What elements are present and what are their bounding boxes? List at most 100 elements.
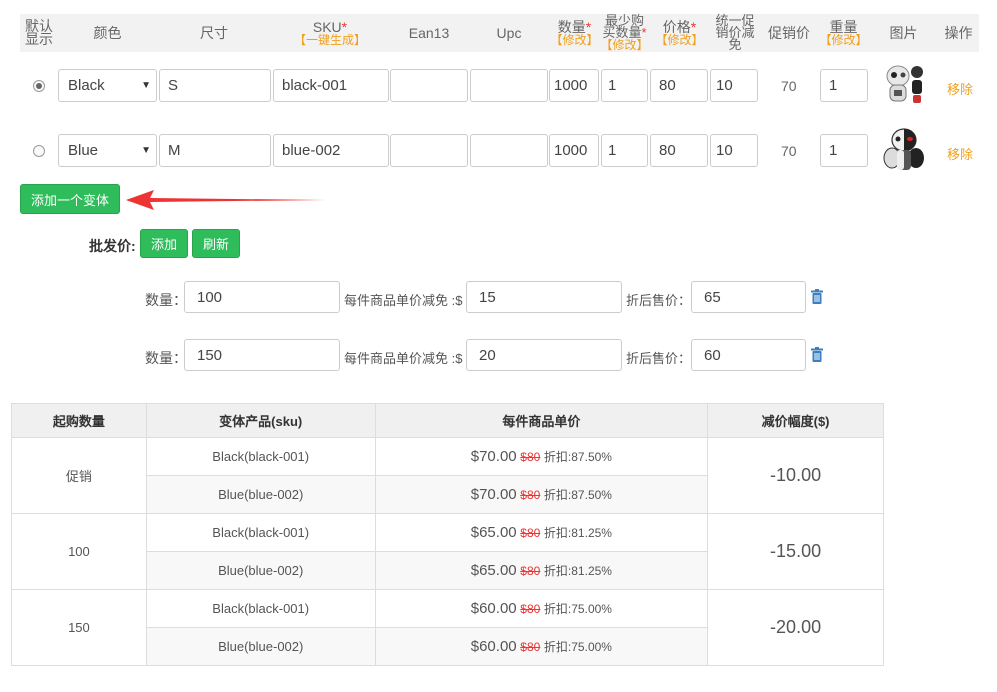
table-header-row: 起购数量 变体产品(sku) 每件商品单价 减价幅度($) xyxy=(11,403,884,438)
price-discount: 折扣:87.50% xyxy=(543,450,612,464)
minbuy-input[interactable] xyxy=(601,69,648,102)
price-discount: 折扣:81.25% xyxy=(543,564,612,578)
price-now: $65.00 xyxy=(470,562,517,579)
price-discount: 折扣:87.50% xyxy=(543,488,612,502)
sku-input[interactable] xyxy=(273,69,389,102)
discount-input[interactable] xyxy=(710,69,758,102)
trash-icon[interactable] xyxy=(811,289,823,304)
header-minbuy: 最少购 买数量* 【修改】 xyxy=(600,14,649,52)
variant-table-header: 默认 显示 颜色 尺寸 SKU* 【一键生成】 Ean13 Upc 数量* 【修… xyxy=(20,14,979,52)
caret-down-icon: ▼ xyxy=(141,80,151,91)
sku-input[interactable] xyxy=(273,134,389,167)
color-select[interactable]: Blue ▼ xyxy=(58,134,157,167)
price-old: $80 xyxy=(520,526,541,540)
qty-modify-link[interactable]: 【修改】 xyxy=(550,34,598,46)
color-select[interactable]: Black ▼ xyxy=(58,69,157,102)
header-promo-price: 促销价 xyxy=(768,24,810,41)
tier-unit-off-input[interactable] xyxy=(466,281,622,313)
reduction-cell: -10.00 xyxy=(707,437,884,514)
group-label: 150 xyxy=(11,589,147,666)
header-image: 图片 xyxy=(889,24,918,41)
price-old: $80 xyxy=(520,640,541,654)
price-modify-link[interactable]: 【修改】 xyxy=(655,34,703,46)
promo-price-value: 70 xyxy=(781,143,797,159)
price-now: $70.00 xyxy=(470,448,517,465)
table-row: 促销 Black(black-001) $70.00 $80 折扣:87.50%… xyxy=(11,437,884,514)
variant-sku-cell: Black(black-001) xyxy=(145,513,376,552)
discount-input[interactable] xyxy=(710,134,758,167)
price-now: $60.00 xyxy=(470,600,517,617)
th-variant-sku: 变体产品(sku) xyxy=(145,403,376,438)
default-radio[interactable] xyxy=(33,145,45,157)
tier-after-input[interactable] xyxy=(691,339,806,371)
price-input[interactable] xyxy=(650,69,708,102)
header-price: 价格* 【修改】 xyxy=(649,14,710,52)
variant-sku-cell: Black(black-001) xyxy=(145,437,376,476)
tier-after-label: 折后售价： xyxy=(626,351,692,366)
variant-image-thumb[interactable] xyxy=(882,62,928,108)
add-variant-button[interactable]: 添加一个变体 xyxy=(20,184,120,214)
size-input[interactable] xyxy=(159,134,271,167)
trash-icon[interactable] xyxy=(811,347,823,362)
variant-image-thumb[interactable] xyxy=(880,126,928,174)
remove-variant-button[interactable]: 移除 xyxy=(947,79,973,98)
header-weight-label: 重量 xyxy=(829,18,858,35)
reduction-cell: -15.00 xyxy=(707,513,884,590)
minbuy-input[interactable] xyxy=(601,134,648,167)
price-summary-table: 起购数量 变体产品(sku) 每件商品单价 减价幅度($) 促销 Black(b… xyxy=(11,403,884,666)
default-radio[interactable] xyxy=(33,80,45,92)
variant-sku-cell: Black(black-001) xyxy=(145,589,376,628)
remove-variant-button[interactable]: 移除 xyxy=(947,144,973,163)
upc-input[interactable] xyxy=(470,69,548,102)
wholesale-refresh-button[interactable]: 刷新 xyxy=(192,229,240,258)
header-size: 尺寸 xyxy=(200,24,228,41)
price-discount: 折扣:81.25% xyxy=(543,526,612,540)
price-now: $60.00 xyxy=(470,638,517,655)
tier-qty-input[interactable] xyxy=(184,339,340,371)
upc-input[interactable] xyxy=(470,134,548,167)
price-now: $65.00 xyxy=(470,524,517,541)
price-old: $80 xyxy=(520,450,541,464)
price-old: $80 xyxy=(520,602,541,616)
size-input[interactable] xyxy=(159,69,271,102)
group-label: 促销 xyxy=(11,437,147,514)
unit-price-cell: $60.00 $80 折扣:75.00% xyxy=(374,589,709,628)
header-upc: Upc xyxy=(496,24,522,41)
unit-price-cell: $70.00 $80 折扣:87.50% xyxy=(374,437,709,476)
header-promo-off-line3: 免 xyxy=(728,37,742,52)
minbuy-modify-link[interactable]: 【修改】 xyxy=(600,39,648,51)
th-reduction: 减价幅度($) xyxy=(707,403,884,438)
header-ean: Ean13 xyxy=(408,24,450,41)
wholesale-add-button[interactable]: 添加 xyxy=(140,229,188,258)
tier-unit-off-input[interactable] xyxy=(466,339,622,371)
caret-down-icon: ▼ xyxy=(141,145,151,156)
color-select-value: Blue xyxy=(68,142,99,159)
tier-after-input[interactable] xyxy=(691,281,806,313)
header-qty: 数量* 【修改】 xyxy=(549,14,600,52)
unit-price-cell: $65.00 $80 折扣:81.25% xyxy=(374,551,709,590)
weight-modify-link[interactable]: 【修改】 xyxy=(819,34,867,46)
promo-price-value: 70 xyxy=(781,78,797,94)
tier-after-label: 折后售价： xyxy=(626,293,692,308)
weight-input[interactable] xyxy=(820,134,868,167)
sku-generate-link[interactable]: 【一键生成】 xyxy=(294,34,366,46)
header-default-line2: 显示 xyxy=(25,31,53,47)
variant-sku-cell: Blue(blue-002) xyxy=(145,627,376,666)
price-input[interactable] xyxy=(650,134,708,167)
unit-price-cell: $65.00 $80 折扣:81.25% xyxy=(374,513,709,552)
color-select-value: Black xyxy=(68,77,105,94)
weight-input[interactable] xyxy=(820,69,868,102)
qty-input[interactable] xyxy=(549,134,599,167)
ean-input[interactable] xyxy=(390,134,468,167)
table-row: 100 Black(black-001) $65.00 $80 折扣:81.25… xyxy=(11,513,884,590)
reduction-cell: -20.00 xyxy=(707,589,884,666)
ean-input[interactable] xyxy=(390,69,468,102)
th-unit-price: 每件商品单价 xyxy=(374,403,709,438)
header-sku: SKU* 【一键生成】 xyxy=(271,14,389,52)
tier-qty-input[interactable] xyxy=(184,281,340,313)
header-default: 默认 显示 xyxy=(20,14,58,52)
tier-unit-off-label: 每件商品单价减免 :$ xyxy=(344,351,463,366)
qty-input[interactable] xyxy=(549,69,599,102)
header-color: 颜色 xyxy=(93,24,122,41)
header-weight: 重量 【修改】 xyxy=(818,14,869,52)
